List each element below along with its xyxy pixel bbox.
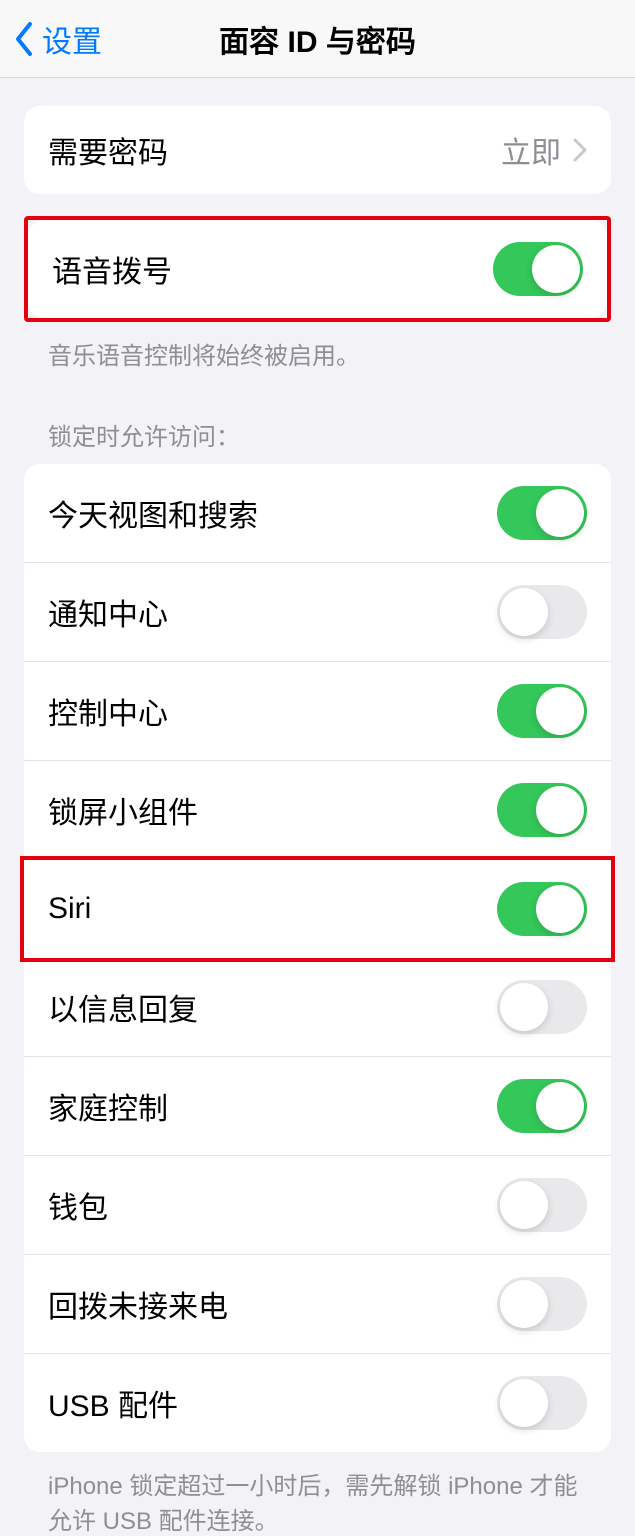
locked-access-group: 今天视图和搜索通知中心控制中心锁屏小组件 Siri 以信息回复家庭控制钱包回拨未接来…	[24, 464, 611, 1452]
locked-access-label: 控制中心	[48, 689, 168, 733]
locked-access-row: 家庭控制	[24, 1057, 611, 1156]
locked-access-toggle[interactable]	[497, 684, 587, 738]
locked-access-label: 今天视图和搜索	[48, 491, 258, 535]
back-label: 设置	[42, 17, 102, 61]
locked-access-toggle[interactable]	[497, 783, 587, 837]
locked-access-row: 控制中心	[24, 662, 611, 761]
voice-dial-footer: 音乐语音控制将始终被启用。	[24, 322, 611, 371]
locked-access-label: USB 配件	[48, 1381, 178, 1425]
locked-access-toggle[interactable]	[497, 585, 587, 639]
page-title: 面容 ID 与密码	[219, 17, 416, 61]
require-password-group: 需要密码 立即	[24, 106, 611, 194]
locked-access-footer: iPhone 锁定超过一小时后，需先解锁 iPhone 才能允许 USB 配件连…	[24, 1452, 611, 1536]
chevron-right-icon	[573, 138, 587, 162]
locked-access-row: Siri	[20, 856, 615, 962]
voice-dial-toggle[interactable]	[493, 242, 583, 296]
voice-dial-row: 语音拨号	[28, 220, 607, 318]
locked-access-toggle[interactable]	[497, 1079, 587, 1133]
locked-access-row: 钱包	[24, 1156, 611, 1255]
locked-access-label: 钱包	[48, 1183, 108, 1227]
locked-access-label: 回拨未接来电	[48, 1282, 228, 1326]
locked-access-toggle[interactable]	[497, 1376, 587, 1430]
require-password-value: 立即	[501, 128, 587, 172]
require-password-label: 需要密码	[48, 128, 168, 172]
locked-access-header: 锁定时允许访问：	[24, 371, 611, 464]
locked-access-row: 锁屏小组件	[24, 761, 611, 860]
require-password-row[interactable]: 需要密码 立即	[24, 106, 611, 194]
locked-access-toggle[interactable]	[497, 486, 587, 540]
locked-access-toggle[interactable]	[497, 882, 587, 936]
back-button[interactable]: 设置	[14, 17, 102, 61]
locked-access-label: Siri	[48, 892, 91, 926]
locked-access-label: 家庭控制	[48, 1084, 168, 1128]
locked-access-row: 以信息回复	[24, 958, 611, 1057]
locked-access-row: 今天视图和搜索	[24, 464, 611, 563]
locked-access-label: 通知中心	[48, 590, 168, 634]
locked-access-label: 以信息回复	[48, 985, 198, 1029]
locked-access-toggle[interactable]	[497, 980, 587, 1034]
locked-access-label: 锁屏小组件	[48, 788, 198, 832]
locked-access-row: USB 配件	[24, 1354, 611, 1452]
voice-dial-label: 语音拨号	[52, 247, 172, 291]
voice-dial-highlight: 语音拨号	[24, 216, 611, 322]
locked-access-toggle[interactable]	[497, 1178, 587, 1232]
chevron-left-icon	[14, 22, 34, 56]
locked-access-row: 回拨未接来电	[24, 1255, 611, 1354]
locked-access-toggle[interactable]	[497, 1277, 587, 1331]
nav-header: 设置 面容 ID 与密码	[0, 0, 635, 78]
locked-access-row: 通知中心	[24, 563, 611, 662]
